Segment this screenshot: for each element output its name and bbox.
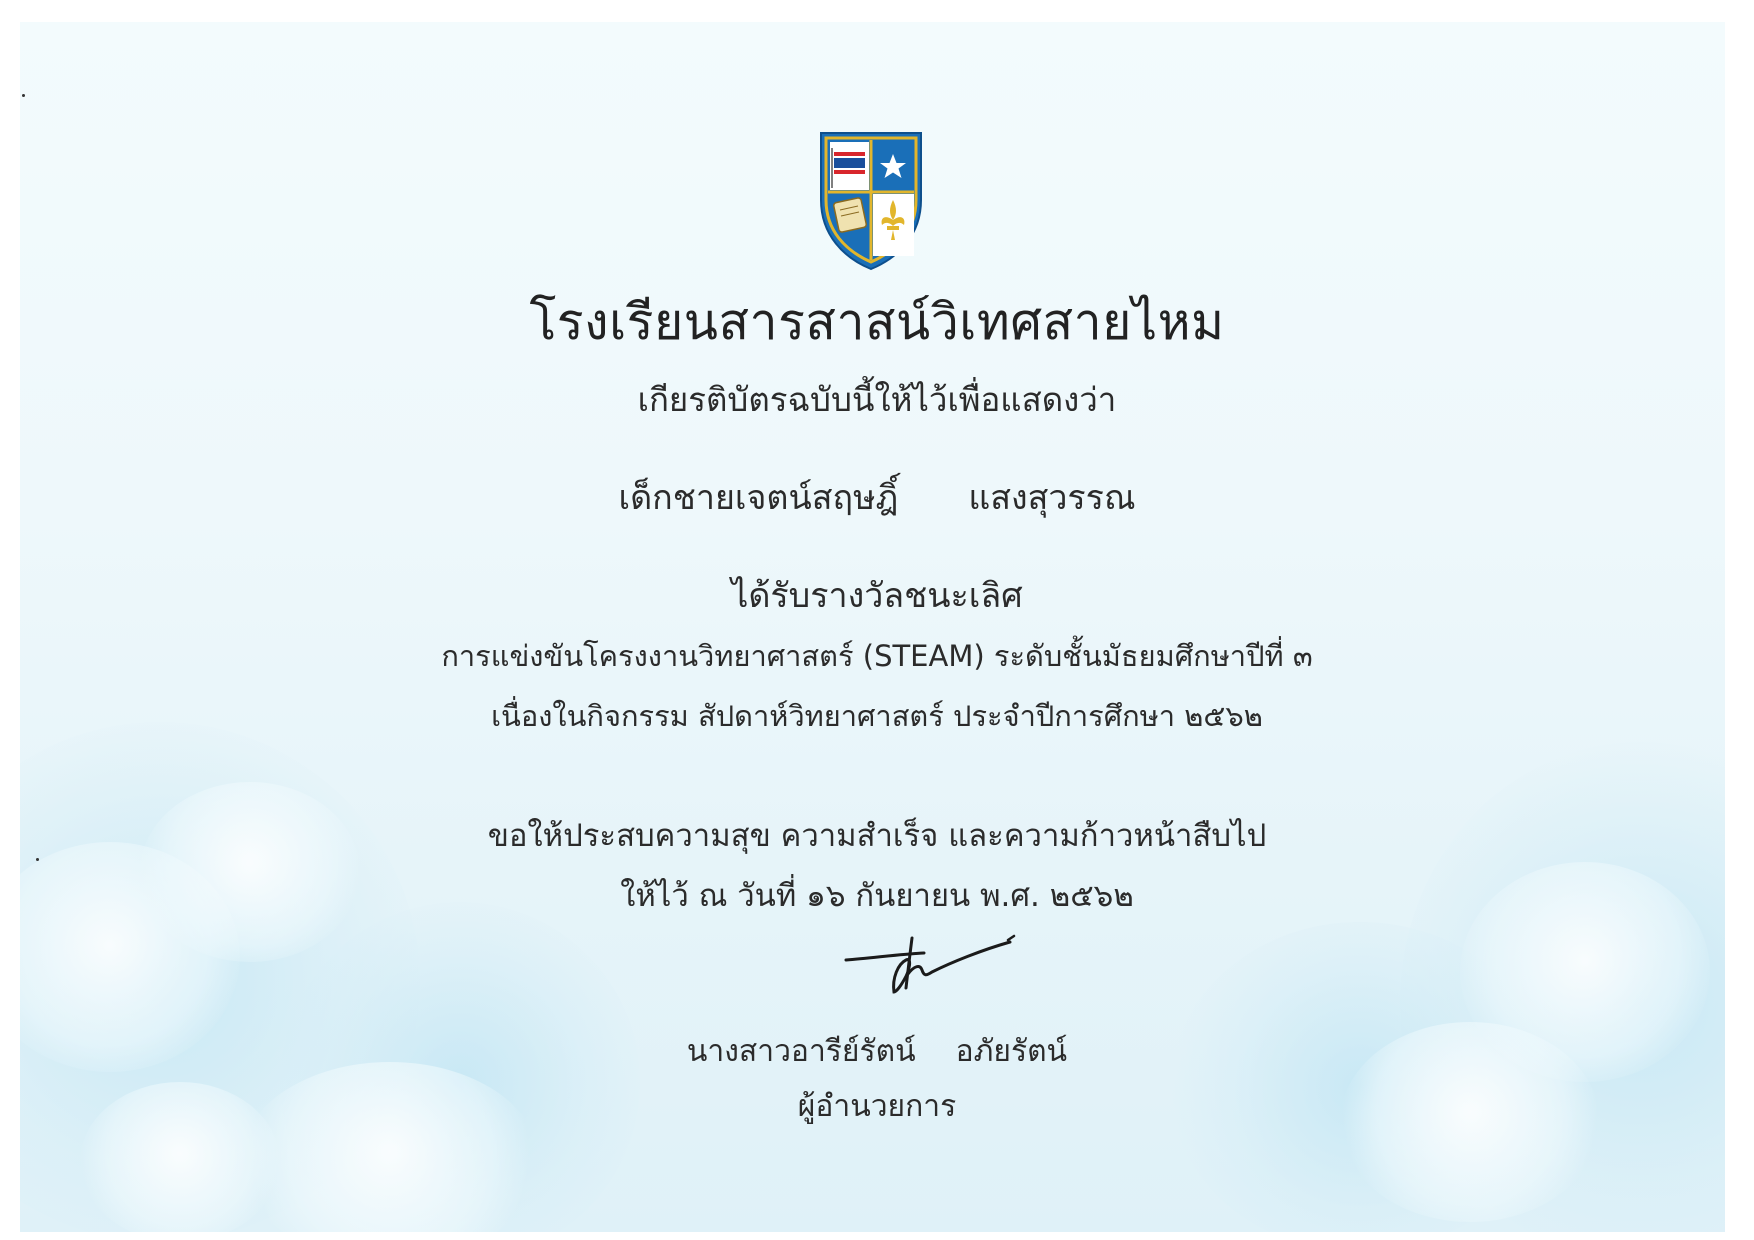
given-date: ให้ไว้ ณ วันที่ ๑๖ กันยายน พ.ศ. ๒๕๖๒ <box>620 878 1134 914</box>
signatory-name: นางสาวอารีย์รัตน์ อภัยรัตน์ <box>0 1028 1754 1075</box>
director-signature <box>844 934 1016 994</box>
signatory-first-name: นางสาวอารีย์รัตน์ <box>686 1034 916 1069</box>
recipient-last-name: แสงสุวรรณ <box>968 478 1136 518</box>
signatory-position: ผู้อำนวยการ <box>797 1089 957 1124</box>
competition-line-2: เนื่องในกิจกรรม สัปดาห์วิทยาศาสตร์ ประจำ… <box>491 699 1263 733</box>
school-crest-icon <box>820 132 922 271</box>
scan-speck <box>22 94 25 97</box>
award-title: ได้รับรางวัลชนะเลิศ <box>731 576 1023 616</box>
school-name: โรงเรียนสารสาสน์วิเทศสายไหม <box>529 293 1225 351</box>
competition-line-1: การแข่งขันโครงงานวิทยาศาสตร์ (STEAM) ระด… <box>441 639 1313 673</box>
recipient-name: เด็กชายเจตน์สฤษฎิ์ แสงสุวรรณ <box>0 470 1754 524</box>
recipient-first-name: เด็กชายเจตน์สฤษฎิ์ <box>618 478 899 518</box>
signatory-last-name: อภัยรัตน์ <box>955 1034 1068 1069</box>
wish-text: ขอให้ประสบความสุข ความสำเร็จ และความก้าว… <box>487 818 1267 854</box>
certificate-intro: เกียรติบัตรฉบับนี้ให้ไว้เพื่อแสดงว่า <box>637 380 1117 419</box>
certificate-page: โรงเรียนสารสาสน์วิเทศสายไหม เกียรติบัตรฉ… <box>0 0 1754 1240</box>
